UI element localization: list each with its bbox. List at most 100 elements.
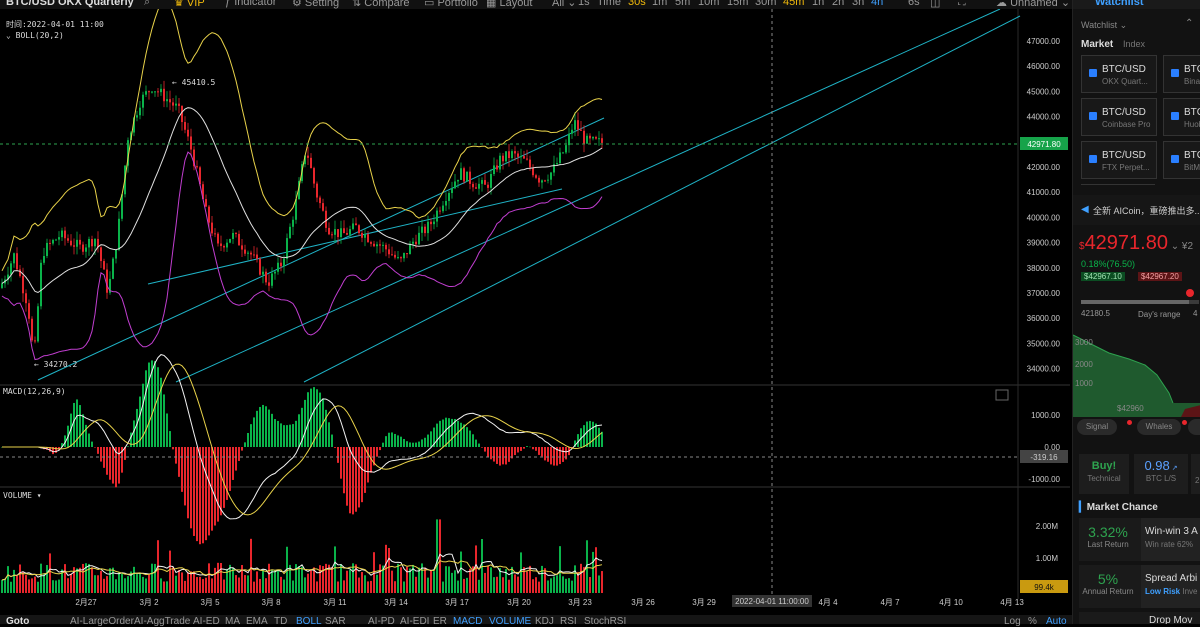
indicator-tab-ai-aggtrade[interactable]: AI-AggTrade <box>134 616 190 627</box>
watch-card[interactable]: BTC Bina <box>1163 55 1200 93</box>
watch-card[interactable]: BTC/USD OKX Quart... <box>1081 55 1157 93</box>
volume-bar <box>427 577 429 593</box>
candle-body <box>400 257 402 259</box>
boll-legend[interactable]: ⌄ BOLL(20,2) <box>6 31 64 40</box>
trend-channel[interactable] <box>37 8 1021 383</box>
indicator-tab-kdj[interactable]: KDJ <box>535 616 554 627</box>
chance-card[interactable]: 5% Annual Return Spread Arbi Low Risk In… <box>1079 565 1200 608</box>
price-chart[interactable]: 47000.0046000.0045000.0044000.0043000.00… <box>0 0 1070 615</box>
indicator-tab-macd[interactable]: MACD <box>453 616 482 627</box>
scale-option-auto[interactable]: Auto <box>1046 616 1067 627</box>
tab-market[interactable]: Market <box>1081 39 1113 50</box>
checkbox-checked[interactable] <box>1089 69 1097 77</box>
candle-body <box>406 253 408 255</box>
volume-legend[interactable]: VOLUME ▾ <box>3 491 42 500</box>
indicator-tab-boll[interactable]: BOLL <box>296 616 322 627</box>
candle-body <box>451 188 453 194</box>
scale-option-log[interactable]: Log <box>1004 616 1021 627</box>
watch-card[interactable]: BTC/USD Coinbase Pro <box>1081 98 1157 136</box>
layout-button[interactable]: ▦ Layout <box>486 0 532 9</box>
camera-icon[interactable]: ◫ <box>930 0 940 9</box>
channel-line[interactable] <box>147 188 563 285</box>
indicator-tab-sar[interactable]: SAR <box>325 616 346 627</box>
search-icon[interactable]: ⌕ <box>144 0 150 9</box>
timeframe-10m[interactable]: 10m <box>698 0 719 8</box>
vip-button[interactable]: ♛ VIP <box>174 0 205 9</box>
timeframe-2h[interactable]: 2h <box>832 0 844 8</box>
macd-legend[interactable]: MACD(12,26,9) <box>3 387 66 396</box>
timeframe-30s[interactable]: 30s <box>628 0 646 8</box>
candle-body <box>382 244 384 246</box>
watch-card[interactable]: BTC/USD FTX Perpet... <box>1081 141 1157 179</box>
volume-bar <box>91 567 93 593</box>
expand-icon[interactable] <box>995 389 1009 401</box>
depth-chart[interactable]: 3000 2000 1000 $42960 <box>1073 325 1200 417</box>
watch-card[interactable]: BTC BitM <box>1163 141 1200 179</box>
next-card[interactable]: 2 <box>1191 454 1200 494</box>
indicator-button[interactable]: ƒ Indicator <box>225 0 276 8</box>
candle-body <box>226 242 228 248</box>
timeframe-3h[interactable]: 3h <box>852 0 864 8</box>
whales-button[interactable]: Whales <box>1137 419 1181 435</box>
timeframe-4h[interactable]: 4h <box>871 0 883 8</box>
chance-card-partial[interactable]: Drop Mov <box>1079 612 1200 624</box>
checkbox-checked[interactable] <box>1171 155 1179 163</box>
chevron-down-icon[interactable]: ⌄ ¥2 <box>1168 241 1193 252</box>
candle-body <box>361 233 363 238</box>
expand-panel-icon[interactable]: ⌃ <box>1185 18 1193 29</box>
timeframe-45m[interactable]: 45m <box>783 0 804 8</box>
timeframe-30m[interactable]: 30m <box>755 0 776 8</box>
candle-body <box>403 253 405 259</box>
volume-bar <box>565 578 567 593</box>
tab-watchlist[interactable]: Watchlist <box>1095 0 1144 8</box>
chart-area[interactable]: 47000.0046000.0045000.0044000.0043000.00… <box>0 0 1070 615</box>
compare-button[interactable]: ⇅ Compare <box>352 0 410 9</box>
indicator-tab-goto[interactable]: Goto <box>6 616 29 627</box>
notice-bar[interactable]: ◀ 全新 AICoin，重磅推出多... <box>1073 195 1200 225</box>
checkbox-checked[interactable] <box>1089 155 1097 163</box>
channel-line[interactable] <box>37 117 605 381</box>
indicator-tab-volume[interactable]: VOLUME <box>489 616 531 627</box>
watch-card[interactable]: BTC Huob <box>1163 98 1200 136</box>
setting-button[interactable]: ⚙ Setting <box>292 0 339 9</box>
signal-button[interactable]: Signal <box>1077 419 1117 435</box>
timeframe-15m[interactable]: 15m <box>727 0 748 8</box>
portfolio-button[interactable]: ▭ Portfolio <box>424 0 478 9</box>
timeframe-time[interactable]: Time <box>597 0 621 8</box>
timeframe-1s[interactable]: 1s <box>578 0 590 8</box>
timeframe-1h[interactable]: 1h <box>812 0 824 8</box>
timeframe-5m[interactable]: 5m <box>675 0 690 8</box>
indicator-tab-stochrsi[interactable]: StochRSI <box>584 616 626 627</box>
symbol-title[interactable]: BTC/USD OKX Quarterly <box>6 0 134 8</box>
checkbox-checked[interactable] <box>1171 69 1179 77</box>
watchlist-dropdown[interactable]: Watchlist ⌄ <box>1081 20 1127 31</box>
chance-card[interactable]: 3.32% Last Return Win-win 3 A Win rate 6… <box>1079 518 1200 561</box>
indicator-tab-er[interactable]: ER <box>433 616 447 627</box>
timeframe-1m[interactable]: 1m <box>652 0 667 8</box>
volume-bar <box>514 574 516 593</box>
indicator-tab-ai-ed[interactable]: AI-ED <box>193 616 220 627</box>
tab-index[interactable]: Index <box>1123 39 1145 49</box>
date-axis-label: 3月 26 <box>631 598 655 607</box>
all-dropdown[interactable]: All ⌄ <box>552 0 577 9</box>
indicator-tab-ema[interactable]: EMA <box>246 616 268 627</box>
candle-body <box>457 179 459 182</box>
volume-bar <box>553 576 555 593</box>
indicator-tab-ai-largeorder[interactable]: AI-LargeOrder <box>70 616 134 627</box>
unnamed-layout[interactable]: ☁ Unnamed ⌄ <box>996 0 1070 9</box>
fullscreen-icon[interactable]: ⛶ <box>958 0 966 9</box>
volume-bar <box>241 565 243 593</box>
other-signal-button[interactable]: O <box>1188 419 1200 435</box>
indicator-tab-rsi[interactable]: RSI <box>560 616 577 627</box>
indicator-tab-ma[interactable]: MA <box>225 616 240 627</box>
channel-line[interactable] <box>303 15 1021 383</box>
indicator-tab-ai-pd[interactable]: AI-PD <box>368 616 395 627</box>
indicator-tab-td[interactable]: TD <box>274 616 287 627</box>
candle-body <box>349 229 351 235</box>
scale-option-percent[interactable]: % <box>1028 616 1037 627</box>
long-short-card[interactable]: 0.98 ↗ BTC L/S <box>1134 454 1188 494</box>
checkbox-checked[interactable] <box>1089 112 1097 120</box>
checkbox-checked[interactable] <box>1171 112 1179 120</box>
indicator-tab-ai-edi[interactable]: AI-EDI <box>400 616 429 627</box>
buy-signal-card[interactable]: Buy! Technical <box>1079 454 1129 494</box>
